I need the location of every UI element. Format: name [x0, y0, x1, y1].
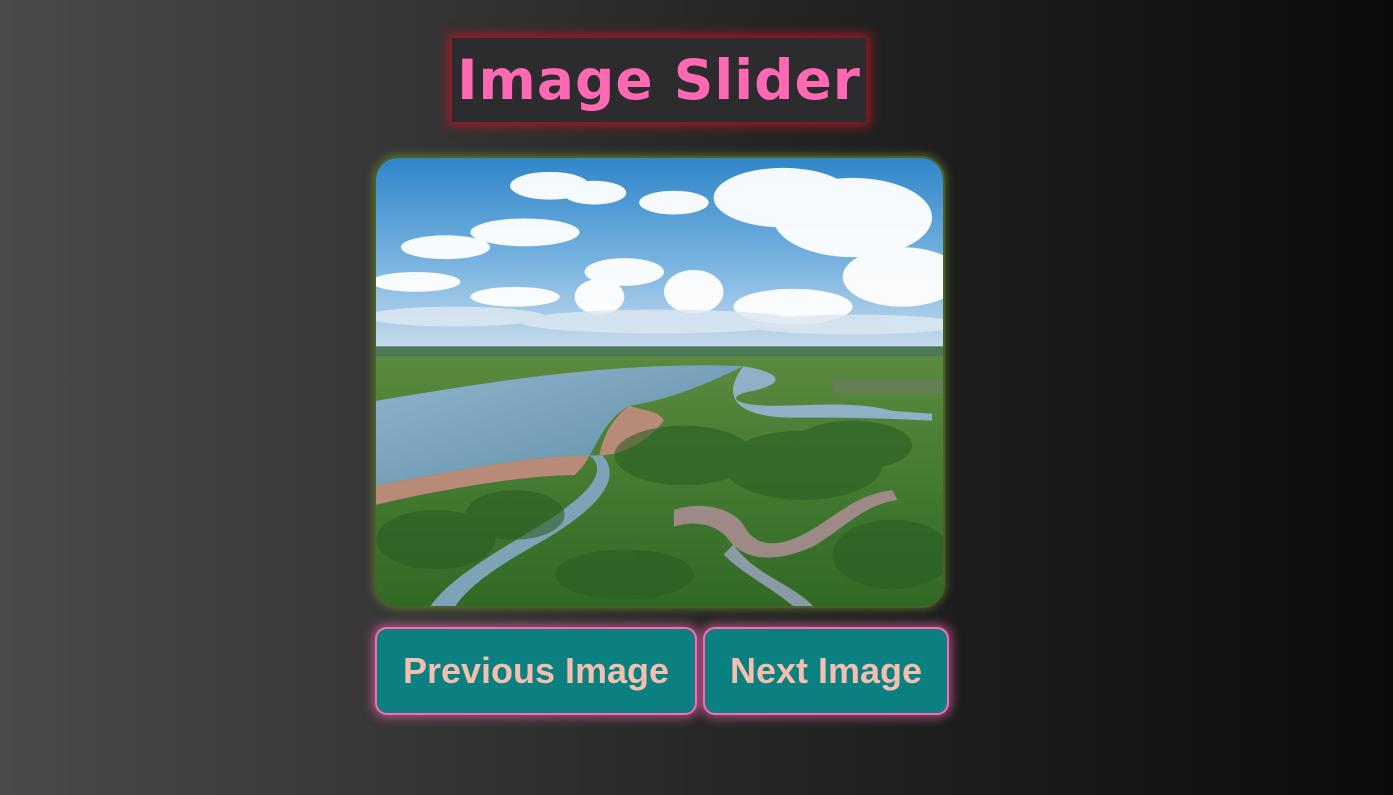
previous-image-button[interactable]: Previous Image — [375, 627, 697, 715]
page-title: Image Slider — [457, 47, 861, 112]
slider-image — [376, 158, 943, 606]
slider-image-frame — [374, 156, 945, 608]
next-image-button[interactable]: Next Image — [703, 627, 949, 715]
page-title-box: Image Slider — [452, 38, 866, 122]
